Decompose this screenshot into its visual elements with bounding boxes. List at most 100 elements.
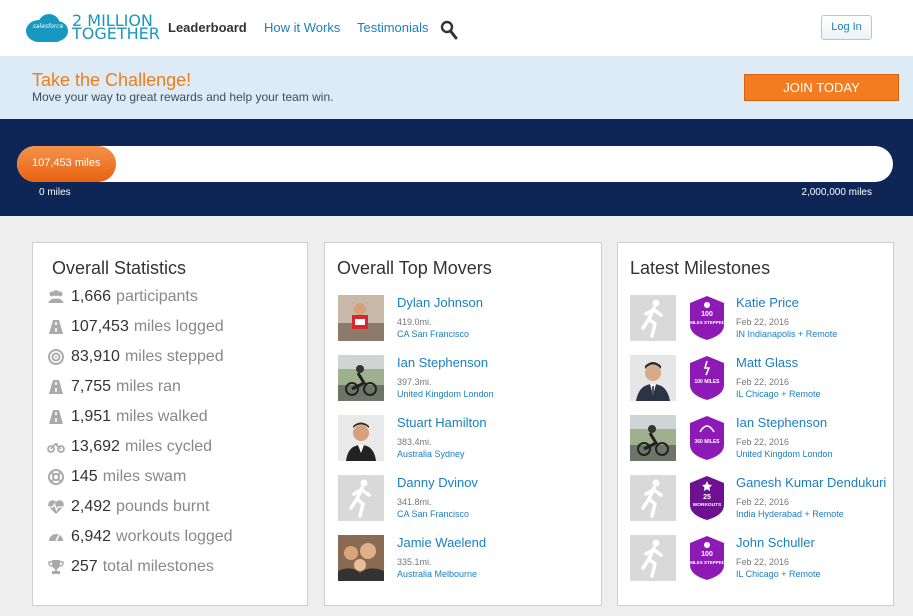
stat-row: 145 miles swam	[47, 465, 186, 489]
progress-value-label: 107,453 miles	[32, 157, 101, 169]
milestone-name[interactable]: Ganesh Kumar Dendukuri	[736, 475, 886, 490]
portrait-photo[interactable]	[630, 355, 676, 401]
badge-top-text: 100	[701, 311, 713, 318]
mover-location[interactable]: United Kingdom London	[397, 389, 494, 399]
stat-row: 1,666 participants	[47, 285, 198, 309]
milestone-item[interactable]: 25 WORKOUTS Ganesh Kumar Dendukuri Feb 2…	[630, 475, 892, 523]
stat-label: miles walked	[116, 408, 208, 425]
badge-bottom-text: 100 MILES	[694, 379, 720, 385]
mover-item[interactable]: Ian Stephenson 397.3mi. United Kingdom L…	[338, 355, 598, 403]
challenge-banner: Take the Challenge! Move your way to gre…	[0, 56, 913, 119]
target-icon	[48, 349, 64, 365]
badge-bottom-text: WORKOUTS	[693, 502, 722, 508]
milestone-location[interactable]: India Hyderabad + Remote	[736, 509, 844, 519]
mover-name[interactable]: Jamie Waelend	[397, 535, 486, 550]
runner-placeholder-icon[interactable]	[338, 475, 384, 521]
stat-label: miles logged	[133, 318, 224, 335]
mover-item[interactable]: Danny Dvinov 341.8mi. CA San Francisco	[338, 475, 598, 523]
stat-number: 2,492	[71, 498, 112, 515]
mover-location[interactable]: CA San Francisco	[397, 509, 469, 519]
milestone-date: Feb 22, 2016	[736, 497, 790, 507]
milestone-name[interactable]: Matt Glass	[736, 355, 798, 370]
search-icon[interactable]	[440, 20, 458, 40]
nav-leaderboard[interactable]: Leaderboard	[168, 20, 247, 35]
milestone-badge-icon: 25 WORKOUTS	[690, 476, 724, 520]
mover-name[interactable]: Ian Stephenson	[397, 355, 488, 370]
milestone-location[interactable]: IL Chicago + Remote	[736, 389, 820, 399]
challenge-subtitle: Move your way to great rewards and help …	[32, 90, 334, 104]
stat-label: miles cycled	[124, 438, 213, 455]
stat-number: 6,942	[71, 528, 112, 545]
milestone-date: Feb 22, 2016	[736, 317, 790, 327]
stat-number: 13,692	[71, 438, 120, 455]
mover-item[interactable]: Jamie Waelend 335.1mi. Australia Melbour…	[338, 535, 598, 583]
top-header: salesforce 2 MILLION TOGETHER Leaderboar…	[0, 0, 913, 56]
milestone-item[interactable]: 100 MILES STEPPED Katie Price Feb 22, 20…	[630, 295, 892, 343]
stats-title: Overall Statistics	[52, 258, 187, 278]
stat-row: 1,951 miles walked	[47, 405, 208, 429]
milestone-badge-icon: 100 MILES STEPPED	[689, 296, 726, 340]
logo-mark-text: salesforce	[32, 23, 64, 30]
nav-how-it-works[interactable]: How it Works	[264, 20, 340, 35]
milestone-location[interactable]: IN Indianapolis + Remote	[736, 329, 837, 339]
badge-bottom-text: MILES STEPPED	[689, 560, 726, 565]
runner-photo[interactable]	[338, 295, 384, 341]
milestones-title: Latest Milestones	[630, 258, 771, 278]
milestone-name[interactable]: John Schuller	[736, 535, 815, 550]
mover-location[interactable]: Australia Sydney	[397, 449, 465, 459]
stat-number: 257	[71, 558, 98, 575]
participants-icon	[48, 290, 64, 303]
milestone-location[interactable]: United Kingdom London	[736, 449, 833, 459]
milestone-name[interactable]: Katie Price	[736, 295, 799, 310]
mover-name[interactable]: Stuart Hamilton	[397, 415, 487, 430]
milestone-item[interactable]: 100 MILES STEPPED John Schuller Feb 22, …	[630, 535, 892, 583]
progress-fill: 107,453 miles	[17, 146, 116, 182]
stat-row: 83,910 miles stepped	[47, 345, 224, 369]
milestone-date: Feb 22, 2016	[736, 557, 790, 567]
gauge-icon	[49, 534, 63, 542]
group-photo[interactable]	[338, 535, 384, 581]
runner-placeholder-icon[interactable]	[630, 295, 676, 341]
logo-line-2: TOGETHER	[72, 24, 160, 43]
stat-label: total milestones	[102, 558, 214, 575]
stat-number: 83,910	[71, 348, 120, 365]
milestone-badge-icon: 100 MILES STEPPED	[689, 536, 726, 580]
mover-name[interactable]: Dylan Johnson	[397, 295, 483, 310]
movers-title: Overall Top Movers	[337, 258, 492, 278]
runner-placeholder-icon[interactable]	[630, 535, 676, 581]
portrait-photo[interactable]	[338, 415, 384, 461]
road-icon	[49, 410, 63, 424]
cyclist-photo[interactable]	[338, 355, 384, 401]
bicycle-icon	[47, 442, 65, 453]
runner-placeholder-icon[interactable]	[630, 475, 676, 521]
progress-min-label: 0 miles	[39, 187, 71, 198]
cyclist-photo[interactable]	[630, 415, 676, 461]
mover-miles: 341.8mi.	[397, 497, 432, 507]
stat-row: 2,492 pounds burnt	[47, 495, 209, 519]
mover-location[interactable]: Australia Melbourne	[397, 569, 477, 579]
logo[interactable]: salesforce 2 MILLION TOGETHER	[26, 12, 160, 42]
stat-label: participants	[116, 288, 198, 305]
mover-location[interactable]: CA San Francisco	[397, 329, 469, 339]
milestone-item[interactable]: 100 MILES Matt Glass Feb 22, 2016 IL Chi…	[630, 355, 892, 403]
mover-item[interactable]: Dylan Johnson 419.0mi. CA San Francisco	[338, 295, 598, 343]
stat-label: workouts logged	[116, 528, 233, 545]
latest-milestones-panel: Latest Milestones 100 MILES STEPPED Kati…	[617, 242, 894, 606]
stat-number: 1,951	[71, 408, 112, 425]
nav-testimonials[interactable]: Testimonials	[357, 20, 429, 35]
login-button[interactable]: Log In	[821, 15, 872, 40]
milestone-name[interactable]: Ian Stephenson	[736, 415, 827, 430]
heartbeat-icon	[48, 500, 64, 514]
challenge-title: Take the Challenge!	[32, 70, 192, 90]
stat-label: miles swam	[102, 468, 187, 485]
milestone-item[interactable]: 360 MILES Ian Stephenson Feb 22, 2016 Un…	[630, 415, 892, 463]
join-today-button[interactable]: JOIN TODAY	[744, 74, 899, 101]
stat-row: 13,692 miles cycled	[47, 435, 212, 459]
mover-name[interactable]: Danny Dvinov	[397, 475, 478, 490]
milestone-location[interactable]: IL Chicago + Remote	[736, 569, 820, 579]
milestone-date: Feb 22, 2016	[736, 377, 790, 387]
badge-bottom-text: 360 MILES	[694, 439, 720, 445]
page: salesforce 2 MILLION TOGETHER Leaderboar…	[0, 0, 913, 616]
mover-item[interactable]: Stuart Hamilton 383.4mi. Australia Sydne…	[338, 415, 598, 463]
mover-miles: 335.1mi.	[397, 557, 432, 567]
